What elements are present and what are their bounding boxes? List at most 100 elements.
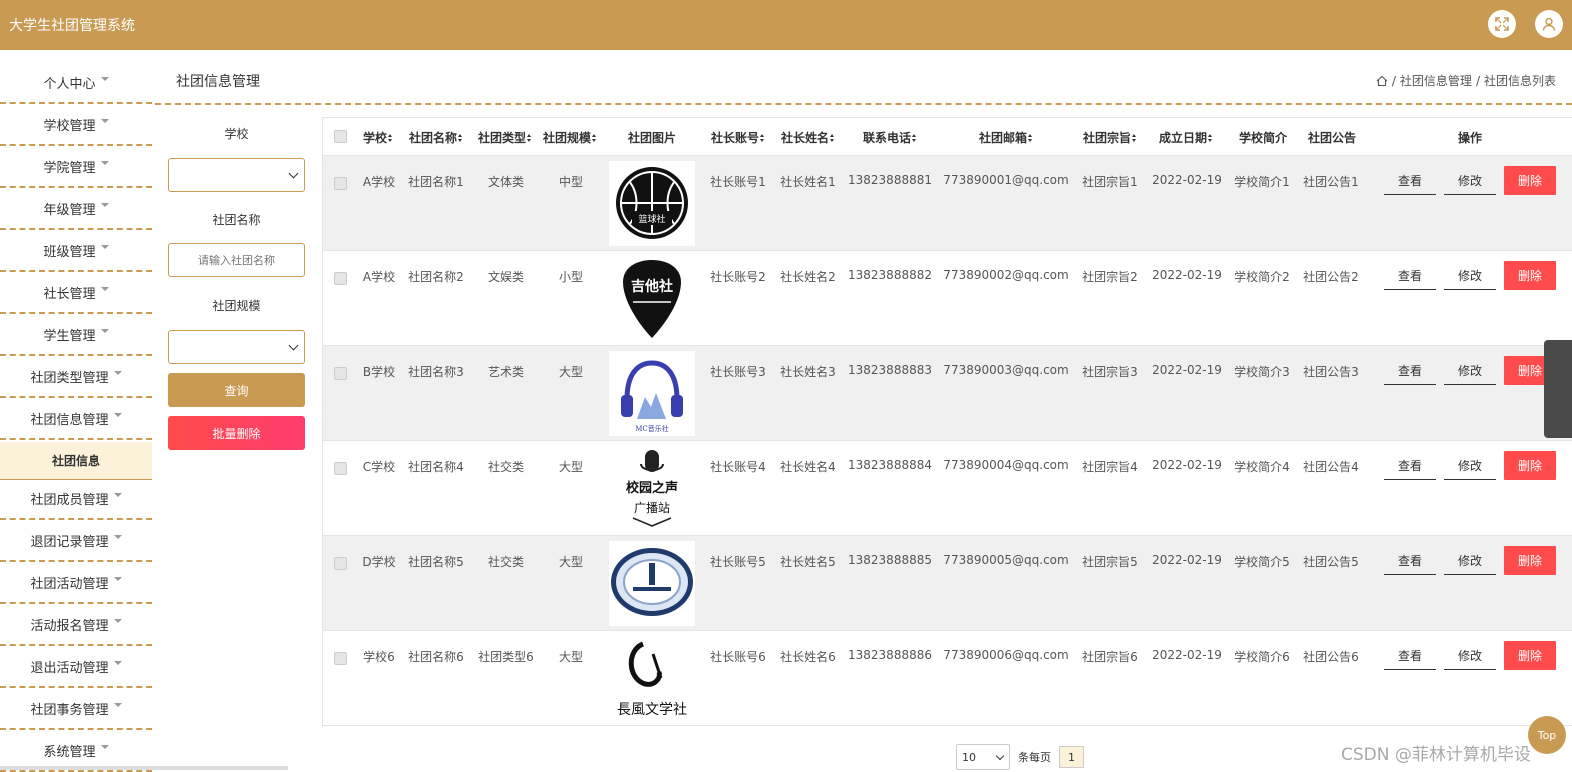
view-button[interactable]: 查看 <box>1384 451 1436 480</box>
sidebar-item-label: 年级管理 <box>43 202 96 218</box>
header-intro: 学校简介 <box>1239 131 1288 145</box>
row-checkbox[interactable] <box>334 462 347 475</box>
cell-school-intro: 学校简介6 <box>1234 650 1290 664</box>
select-all-checkbox[interactable] <box>334 130 347 143</box>
club-image[interactable]: MC音乐社 <box>609 351 695 436</box>
cell-purpose: 社团宗旨3 <box>1082 365 1138 379</box>
chevron-down-icon <box>113 703 122 707</box>
edit-button[interactable]: 修改 <box>1444 261 1496 290</box>
cell-notice: 社团公告4 <box>1303 460 1359 474</box>
cell-notice: 社团公告6 <box>1303 650 1359 664</box>
header-account[interactable]: 社长账号 <box>711 129 765 146</box>
batch-delete-button[interactable]: 批量删除 <box>168 416 305 450</box>
header-type[interactable]: 社团类型 <box>478 129 532 146</box>
sidebar-item[interactable]: 学院管理 <box>0 146 152 188</box>
view-button[interactable]: 查看 <box>1384 261 1436 290</box>
page-size-select[interactable]: 10 <box>956 744 1010 770</box>
sidebar-scrollbar[interactable] <box>0 766 288 770</box>
sort-icon <box>458 134 463 143</box>
side-panel-handle[interactable] <box>1544 340 1572 438</box>
cell-type: 社团类型6 <box>478 650 534 664</box>
edit-button[interactable]: 修改 <box>1444 166 1496 195</box>
header-phone[interactable]: 联系电话 <box>863 129 917 146</box>
school-select[interactable] <box>168 158 305 192</box>
user-avatar-button[interactable] <box>1535 10 1563 38</box>
club-image[interactable]: 篮球社 <box>609 161 695 246</box>
row-checkbox[interactable] <box>334 652 347 665</box>
fullscreen-button[interactable] <box>1488 10 1516 38</box>
edit-button[interactable]: 修改 <box>1444 641 1496 670</box>
edit-button[interactable]: 修改 <box>1444 546 1496 575</box>
sidebar-item[interactable]: 学生管理 <box>0 314 152 356</box>
scale-select[interactable] <box>168 330 305 364</box>
query-button[interactable]: 查询 <box>168 373 305 407</box>
sidebar-item[interactable]: 社团信息管理 <box>0 398 152 440</box>
sidebar-item[interactable]: 个人中心 <box>0 62 152 104</box>
club-image[interactable] <box>609 541 695 626</box>
cell-scale: 中型 <box>558 175 584 189</box>
edit-button[interactable]: 修改 <box>1444 356 1496 385</box>
sidebar-item[interactable]: 社团活动管理 <box>0 562 152 604</box>
sidebar-subitem-club-info[interactable]: 社团信息 <box>0 442 152 480</box>
back-to-top-button[interactable]: Top <box>1528 716 1566 754</box>
title-divider <box>155 103 1572 105</box>
chevron-down-icon <box>100 329 109 333</box>
sidebar-item-label: 社团活动管理 <box>30 576 109 592</box>
club-image[interactable]: 吉他社 <box>609 256 695 341</box>
sidebar-item[interactable]: 社长管理 <box>0 272 152 314</box>
sidebar-item[interactable]: 社团类型管理 <box>0 356 152 398</box>
top-header: 大学生社团管理系统 <box>0 0 1572 50</box>
home-icon[interactable] <box>1376 75 1388 87</box>
sidebar-item[interactable]: 活动报名管理 <box>0 604 152 646</box>
sidebar-item[interactable]: 社团事务管理 <box>0 688 152 730</box>
header-scale[interactable]: 社团规模 <box>543 129 597 146</box>
delete-button[interactable]: 删除 <box>1504 261 1556 290</box>
name-filter-label: 社团名称 <box>212 213 261 227</box>
cell-leader-name: 社长姓名2 <box>780 270 836 284</box>
cell-phone: 13823888884 <box>848 458 932 472</box>
club-name-input[interactable] <box>168 243 305 277</box>
header-leader[interactable]: 社长姓名 <box>781 129 835 146</box>
cell-name: 社团名称4 <box>408 460 464 474</box>
sidebar-item[interactable]: 退出活动管理 <box>0 646 152 688</box>
row-checkbox[interactable] <box>334 177 347 190</box>
edit-button[interactable]: 修改 <box>1444 451 1496 480</box>
svg-text:篮球社: 篮球社 <box>638 213 665 225</box>
delete-button[interactable]: 删除 <box>1504 641 1556 670</box>
sidebar-item[interactable]: 学校管理 <box>0 104 152 146</box>
sidebar-item[interactable]: 退团记录管理 <box>0 520 152 562</box>
table-row: 学校6 社团名称6 社团类型6 大型 社长账号6 社长姓名6 13823888886 7738… <box>323 631 1572 726</box>
view-button[interactable]: 查看 <box>1384 546 1436 575</box>
header-school[interactable]: 学校 <box>363 129 393 146</box>
page-number[interactable]: 1 <box>1059 746 1084 768</box>
view-button[interactable]: 查看 <box>1384 356 1436 385</box>
sort-icon <box>527 134 532 143</box>
row-checkbox[interactable] <box>334 557 347 570</box>
chevron-down-icon <box>100 203 109 207</box>
cell-school: B学校 <box>362 365 396 379</box>
table-row: A学校 社团名称2 文娱类 小型 社长账号2 社长姓名2 13823888882 773890… <box>323 251 1572 346</box>
view-button[interactable]: 查看 <box>1384 641 1436 670</box>
breadcrumb-level1[interactable]: 社团信息管理 <box>1400 72 1472 89</box>
club-image[interactable]: 校园之声 广播站 <box>609 446 695 531</box>
row-checkbox[interactable] <box>334 272 347 285</box>
cell-name: 社团名称6 <box>408 650 464 664</box>
row-checkbox[interactable] <box>334 367 347 380</box>
delete-button[interactable]: 删除 <box>1504 166 1556 195</box>
sidebar-item[interactable]: 班级管理 <box>0 230 152 272</box>
club-logo-image: MC音乐社 <box>621 360 683 433</box>
delete-button[interactable]: 删除 <box>1504 451 1556 480</box>
cell-name: 社团名称5 <box>408 555 464 569</box>
view-button[interactable]: 查看 <box>1384 166 1436 195</box>
sidebar-item[interactable]: 年级管理 <box>0 188 152 230</box>
header-email[interactable]: 社团邮箱 <box>979 129 1033 146</box>
sidebar-item[interactable]: 社团成员管理 <box>0 478 152 520</box>
header-purpose[interactable]: 社团宗旨 <box>1083 129 1137 146</box>
header-date[interactable]: 成立日期 <box>1159 129 1213 146</box>
sort-icon <box>592 134 597 143</box>
breadcrumb-level2: 社团信息列表 <box>1483 74 1556 88</box>
delete-button[interactable]: 删除 <box>1504 546 1556 575</box>
club-image[interactable]: 長風文学社 <box>609 636 695 721</box>
cell-leader-account: 社长账号2 <box>710 270 766 284</box>
header-name[interactable]: 社团名称 <box>409 129 463 146</box>
